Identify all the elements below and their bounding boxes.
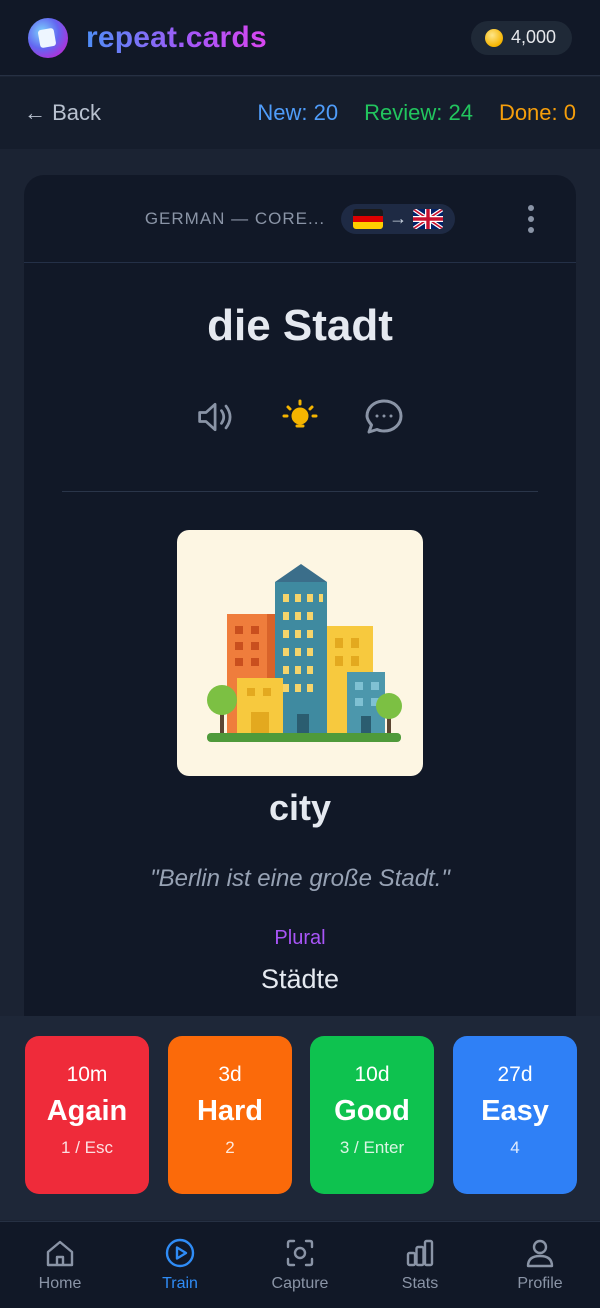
nav-capture[interactable]: Capture (240, 1222, 360, 1308)
plural-value: Städte (260, 964, 340, 994)
again-interval: 10m (66, 1063, 108, 1086)
nav-profile-label: Profile (517, 1275, 563, 1292)
nav-home[interactable]: Home (0, 1222, 120, 1308)
language-pair-badge: → (341, 203, 456, 234)
example-sentence: "Berlin ist eine große Stadt." (150, 865, 450, 892)
nav-train[interactable]: Train (120, 1222, 240, 1308)
good-interval: 10d (354, 1063, 390, 1086)
play-circle-icon (165, 1238, 195, 1268)
nav-train-label: Train (162, 1275, 198, 1292)
hard-interval: 3d (218, 1063, 242, 1086)
plural-label: Plural (274, 927, 326, 949)
camera-scan-icon (286, 1239, 314, 1267)
uk-flag-icon (413, 208, 444, 229)
cards-logo[interactable] (28, 17, 68, 58)
again-button[interactable]: 10m Again 1 / Esc (25, 1036, 149, 1194)
bar-chart-icon (406, 1239, 434, 1267)
user-icon (526, 1239, 554, 1268)
answer-buttons: 10m Again 1 / Esc 3d Hard 2 10d Good 3 /… (0, 1016, 600, 1220)
coin-icon (484, 28, 503, 47)
session-counts: New: 20 Review: 24 Done: 0 (257, 100, 576, 126)
home-icon (46, 1240, 74, 1267)
brand-name[interactable]: repeat.cards (86, 21, 267, 55)
app-header: repeat.cards 4,000 (0, 0, 600, 76)
german-flag-icon (353, 208, 384, 229)
divider (62, 491, 538, 492)
good-button[interactable]: 10d Good 3 / Enter (310, 1036, 434, 1194)
deck-name: GERMAN — CORE... (144, 208, 326, 228)
card-header: GERMAN — CORE... → (24, 175, 576, 263)
easy-button[interactable]: 27d Easy 4 (453, 1036, 577, 1194)
lightbulb-icon[interactable] (280, 397, 320, 437)
easy-interval: 27d (497, 1063, 533, 1086)
easy-shortcut: 4 (510, 1138, 520, 1157)
arrow-icon: → (389, 208, 408, 228)
coin-balance[interactable]: 4,000 (470, 20, 572, 55)
card-translation: city (268, 787, 332, 828)
again-label: Again (46, 1095, 128, 1127)
done-count: Done: 0 (498, 100, 576, 125)
more-options-icon[interactable] (526, 205, 536, 233)
chat-icon[interactable] (364, 397, 404, 437)
bottom-nav: Home Train Capture Stats Profile (0, 1221, 600, 1308)
good-label: Good (334, 1095, 410, 1127)
hard-label: Hard (196, 1095, 264, 1127)
session-bar: ← Back New: 20 Review: 24 Done: 0 (0, 77, 600, 149)
easy-label: Easy (481, 1095, 549, 1127)
new-count: New: 20 (257, 100, 339, 125)
flashcard: GERMAN — CORE... → die Stadt city "Berli… (24, 175, 576, 1016)
nav-profile[interactable]: Profile (480, 1222, 600, 1308)
coin-amount: 4,000 (510, 27, 556, 47)
nav-home-label: Home (38, 1275, 82, 1292)
nav-stats-label: Stats (401, 1275, 439, 1292)
good-shortcut: 3 / Enter (339, 1138, 405, 1157)
hard-shortcut: 2 (225, 1138, 235, 1157)
hard-button[interactable]: 3d Hard 2 (168, 1036, 292, 1194)
card-word: die Stadt (207, 301, 393, 350)
nav-stats[interactable]: Stats (360, 1222, 480, 1308)
city-illustration (177, 530, 423, 776)
speaker-icon[interactable] (196, 397, 236, 437)
back-button[interactable]: ← Back (24, 100, 101, 126)
review-count: Review: 24 (364, 100, 473, 125)
nav-capture-label: Capture (271, 1275, 329, 1292)
card-tools (24, 397, 576, 437)
again-shortcut: 1 / Esc (61, 1138, 113, 1157)
